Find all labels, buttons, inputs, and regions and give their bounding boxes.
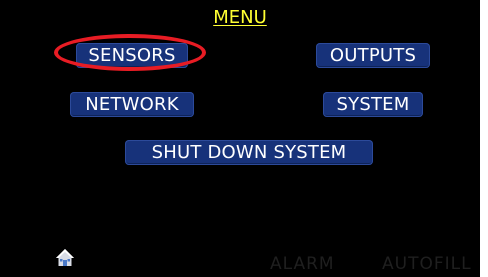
autofill-indicator: AUTOFILL — [382, 254, 472, 274]
shut-down-system-button[interactable]: SHUT DOWN SYSTEM — [125, 140, 373, 165]
alarm-indicator: ALARM — [270, 254, 335, 274]
network-button[interactable]: NETWORK — [70, 92, 194, 117]
hmi-screen: MENU SENSORS OUTPUTS NETWORK SYSTEM SHUT… — [0, 0, 480, 277]
home-button[interactable] — [55, 248, 75, 268]
home-icon — [56, 249, 74, 266]
menu-title: MENU — [213, 7, 267, 28]
system-button[interactable]: SYSTEM — [323, 92, 423, 117]
outputs-button[interactable]: OUTPUTS — [316, 43, 430, 68]
sensors-button[interactable]: SENSORS — [76, 43, 188, 68]
